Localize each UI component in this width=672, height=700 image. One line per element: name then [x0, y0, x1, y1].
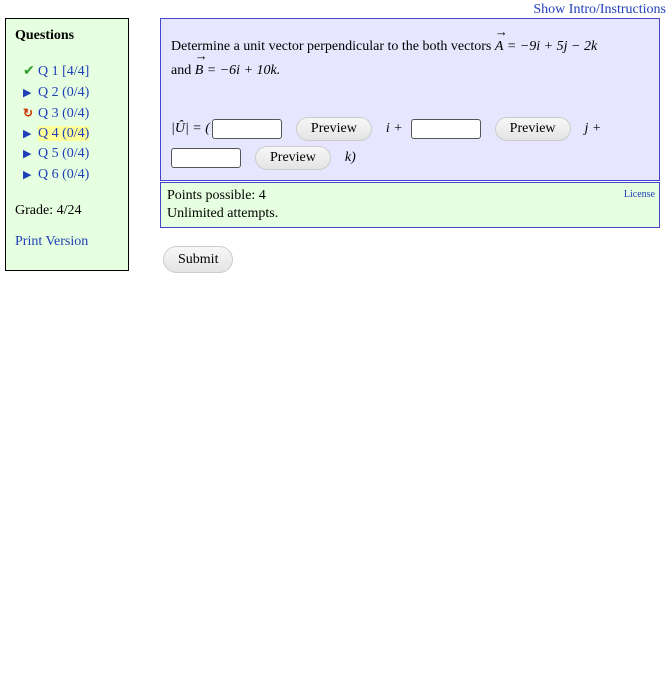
answer-row-2: Preview k)	[171, 146, 356, 170]
question-item-5[interactable]: ▶ Q 5 (0/4)	[23, 144, 119, 165]
triangle-right-icon: ▶	[23, 127, 32, 140]
print-version-link[interactable]: Print Version	[15, 234, 119, 250]
preview-i-button[interactable]: Preview	[295, 117, 372, 141]
answer-k-input[interactable]	[171, 148, 241, 168]
sidebar-title: Questions	[15, 28, 75, 43]
retry-icon: ↻	[23, 106, 34, 120]
question-text: Determine a unit vector perpendicular to…	[171, 20, 649, 83]
preview-j-button[interactable]: Preview	[494, 117, 571, 141]
triangle-right-icon: ▶	[23, 168, 32, 181]
question-item-1[interactable]: ✔ Q 1 [4/4]	[23, 62, 119, 83]
question-item-6[interactable]: ▶ Q 6 (0/4)	[23, 165, 119, 186]
check-icon: ✔	[23, 64, 35, 79]
question-item-3[interactable]: ↻ Q 3 (0/4)	[23, 103, 119, 124]
answer-row-1: |Û| = ( Preview i + Preview j +	[171, 117, 601, 141]
triangle-right-icon: ▶	[23, 86, 32, 99]
question-item-4[interactable]: ▶ Q 4 (0/4)	[23, 124, 119, 145]
points-possible: Points possible: 4	[167, 188, 266, 203]
info-panel: Points possible: 4 Unlimited attempts. L…	[160, 182, 660, 228]
question-list: ✔ Q 1 [4/4] ▶ Q 2 (0/4) ↻ Q 3 (0/4) ▶ Q 4 (0…	[15, 62, 119, 185]
preview-k-button[interactable]: Preview	[255, 146, 331, 170]
vector-a: A	[495, 20, 507, 59]
unit-vector-label: |Û| = (	[171, 121, 210, 136]
grade-text: Grade: 4/24	[15, 203, 82, 218]
answer-i-input[interactable]	[211, 119, 282, 139]
submit-button[interactable]: Submit	[163, 246, 234, 273]
license-link[interactable]: License	[624, 186, 655, 204]
question-panel: Determine a unit vector perpendicular to…	[160, 18, 660, 181]
vector-b: B	[195, 44, 207, 83]
answer-j-input[interactable]	[410, 119, 481, 139]
question-item-2[interactable]: ▶ Q 2 (0/4)	[23, 83, 119, 104]
triangle-right-icon: ▶	[23, 148, 32, 160]
attempts-text: Unlimited attempts.	[167, 206, 279, 221]
questions-sidebar: Questions ✔ Q 1 [4/4] ▶ Q 2 (0/4) ↻ Q 3 (0/…	[5, 18, 129, 271]
show-intro-link[interactable]: Show Intro/Instructions	[533, 2, 666, 18]
